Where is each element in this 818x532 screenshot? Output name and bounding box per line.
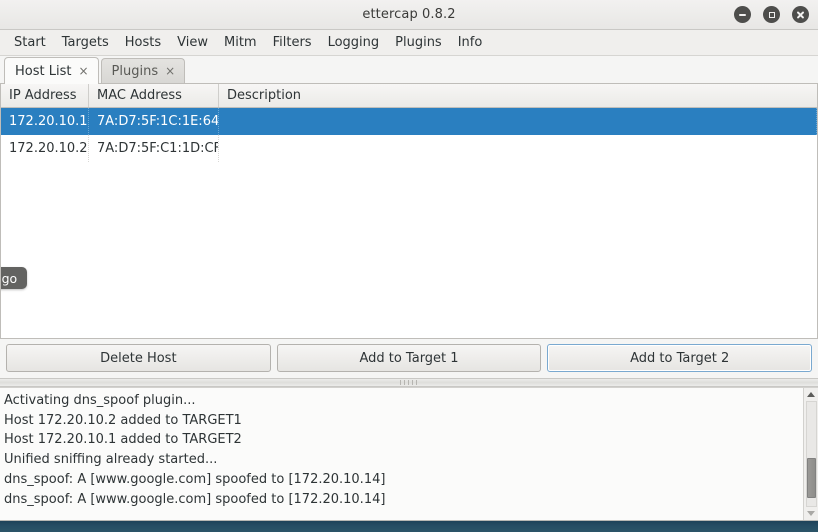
menu-item-hosts[interactable]: Hosts	[117, 32, 169, 53]
cell-description	[219, 108, 817, 135]
column-header-description[interactable]: Description	[219, 84, 817, 107]
window-controls	[734, 0, 809, 29]
menu-item-view[interactable]: View	[169, 32, 216, 53]
column-header-mac-address[interactable]: MAC Address	[89, 84, 219, 107]
host-action-buttons: Delete Host Add to Target 1 Add to Targe…	[0, 339, 818, 378]
menu-item-targets[interactable]: Targets	[54, 32, 117, 53]
scrollbar-thumb[interactable]	[806, 458, 816, 498]
column-header-ip-address[interactable]: IP Address	[1, 84, 89, 107]
menu-item-info[interactable]: Info	[450, 32, 491, 53]
minimize-button[interactable]	[734, 6, 751, 23]
close-icon	[796, 10, 805, 19]
cell-mac-address: 7A:D7:5F:1C:1E:64	[89, 108, 219, 135]
desktop-background-strip	[0, 521, 818, 532]
table-header-row: IP Address MAC Address Description	[1, 84, 817, 108]
log-line: dns_spoof: A [www.google.com] spoofed to…	[4, 471, 386, 487]
title-bar: ettercap 0.8.2	[0, 0, 818, 30]
window-title: ettercap 0.8.2	[362, 7, 456, 22]
splitter-grip-icon	[400, 380, 418, 385]
menu-item-plugins[interactable]: Plugins	[387, 32, 450, 53]
menu-bar: Start Targets Hosts View Mitm Filters Lo…	[0, 30, 818, 56]
log-line: Unified sniffing already started...	[4, 452, 218, 468]
close-button[interactable]	[792, 6, 809, 23]
add-to-target-1-button[interactable]: Add to Target 1	[276, 344, 542, 372]
table-body: 172.20.10.1 7A:D7:5F:1C:1E:64 172.20.10.…	[1, 108, 817, 338]
log-line: dns_spoof: A [www.google.com] spoofed to…	[4, 491, 386, 507]
scrollbar-up-arrow-icon[interactable]	[805, 388, 818, 401]
table-row[interactable]: 172.20.10.1 7A:D7:5F:1C:1E:64	[1, 108, 817, 135]
add-to-target-2-button[interactable]: Add to Target 2	[547, 344, 813, 372]
menu-item-mitm[interactable]: Mitm	[216, 32, 265, 53]
tab-plugins-label: Plugins	[111, 63, 159, 79]
tooltip-text: tego	[1, 270, 18, 286]
ettercap-window: ettercap 0.8.2 Start Targets Hosts View …	[0, 0, 818, 521]
minimize-icon	[739, 13, 746, 16]
tab-plugins-close-icon[interactable]: ×	[165, 65, 175, 77]
cell-description	[219, 135, 817, 162]
menu-item-filters[interactable]: Filters	[265, 32, 320, 53]
caret-up-icon	[807, 392, 815, 397]
log-pane: Activating dns_spoof plugin... Host 172.…	[0, 387, 818, 520]
maximize-icon	[768, 11, 775, 18]
add-to-target-2-label: Add to Target 2	[630, 350, 730, 366]
caret-down-icon	[807, 511, 815, 516]
delete-host-label: Delete Host	[100, 350, 177, 366]
tooltip-popup: tego	[1, 267, 28, 289]
delete-host-button[interactable]: Delete Host	[6, 344, 271, 372]
table-row[interactable]: 172.20.10.2 7A:D7:5F:C1:1D:CF	[1, 135, 817, 162]
tab-host-list-label: Host List	[15, 63, 72, 79]
tab-host-list[interactable]: Host List ×	[4, 57, 99, 84]
host-list-pane: Host List × Plugins × IP Address MAC Add…	[0, 56, 818, 378]
tab-plugins[interactable]: Plugins ×	[100, 58, 186, 83]
cell-ip-address: 172.20.10.1	[1, 108, 89, 135]
host-table: IP Address MAC Address Description 172.2…	[0, 84, 818, 339]
log-line: Activating dns_spoof plugin...	[4, 393, 196, 408]
menu-item-start[interactable]: Start	[6, 32, 54, 53]
maximize-button[interactable]	[763, 6, 780, 23]
cell-mac-address: 7A:D7:5F:C1:1D:CF	[89, 135, 219, 162]
main-paned: Host List × Plugins × IP Address MAC Add…	[0, 56, 818, 520]
log-scrollbar[interactable]	[803, 388, 818, 520]
scrollbar-track[interactable]	[805, 401, 817, 507]
log-text-view[interactable]: Activating dns_spoof plugin... Host 172.…	[0, 388, 803, 520]
tab-host-list-close-icon[interactable]: ×	[78, 65, 88, 77]
cell-ip-address: 172.20.10.2	[1, 135, 89, 162]
tab-strip: Host List × Plugins ×	[0, 56, 818, 84]
pane-splitter[interactable]	[0, 378, 818, 387]
scrollbar-down-arrow-icon[interactable]	[805, 507, 818, 520]
menu-item-logging[interactable]: Logging	[320, 32, 388, 53]
log-line: Host 172.20.10.2 added to TARGET1	[4, 412, 242, 428]
add-to-target-1-label: Add to Target 1	[359, 350, 459, 366]
log-line: Host 172.20.10.1 added to TARGET2	[4, 432, 242, 448]
